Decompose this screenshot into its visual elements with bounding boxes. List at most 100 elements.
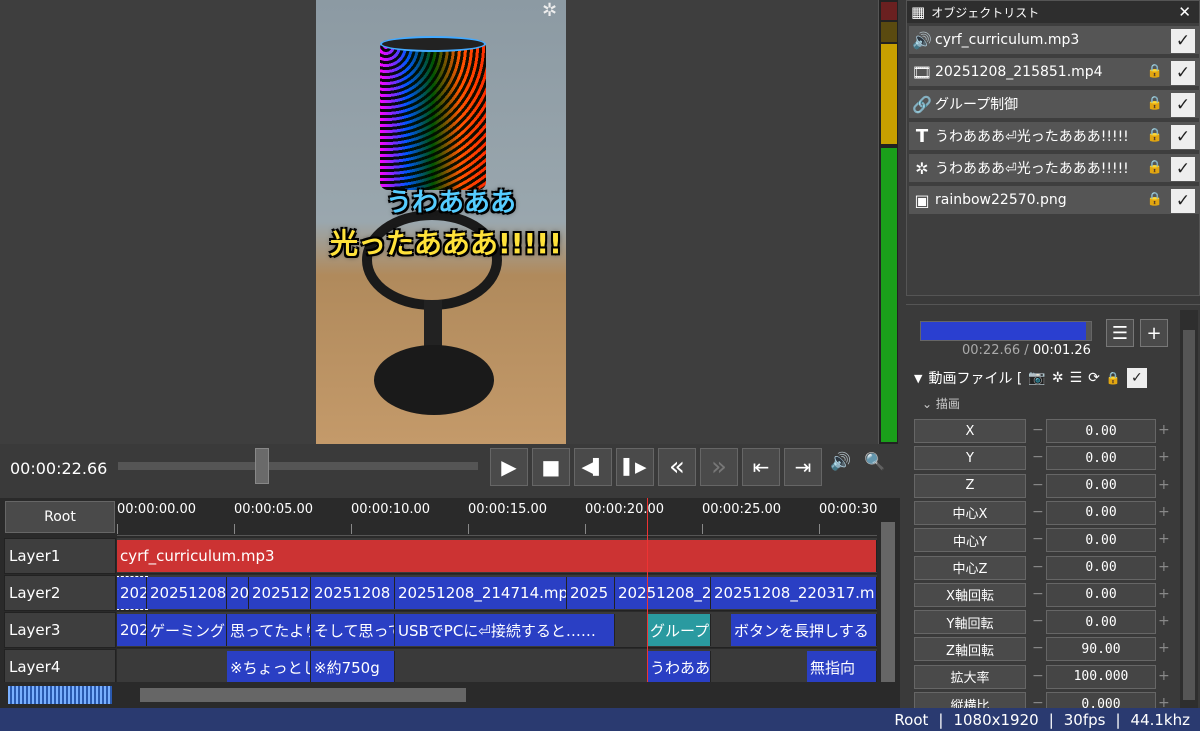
property-name[interactable]: Y — [914, 446, 1026, 471]
timeline-clip[interactable]: 20251208_2 — [615, 577, 711, 609]
decrement-button[interactable]: − — [1032, 504, 1044, 520]
root-scene-button[interactable]: Root — [5, 501, 115, 533]
visibility-checkbox[interactable]: ✓ — [1171, 157, 1195, 181]
timeline-clip[interactable]: 20 — [227, 577, 249, 609]
stop-button[interactable]: ■ — [532, 448, 570, 486]
property-name[interactable]: Z軸回転 — [914, 637, 1026, 662]
decrement-button[interactable]: − — [1032, 477, 1044, 493]
timeline-clip[interactable]: 20251208 — [147, 577, 227, 609]
decrement-button[interactable]: − — [1032, 559, 1044, 575]
property-value[interactable]: 0.00 — [1046, 582, 1156, 607]
object-row[interactable]: ✲ うわあああ⏎光ったあああ!!!!! 🔒 ✓ — [909, 154, 1199, 184]
camera-icon[interactable]: 📷 — [1028, 370, 1045, 386]
timeline-clip[interactable]: うわああ — [647, 651, 711, 683]
lock-icon[interactable]: 🔒 — [1147, 64, 1163, 79]
timeline-clip[interactable]: ゲーミングマ — [147, 614, 227, 646]
video-frame[interactable]: うわあああ 光ったあああ!!!!! ✲ — [316, 0, 566, 444]
property-name[interactable]: 拡大率 — [914, 664, 1026, 689]
rewind-button[interactable]: « — [658, 448, 696, 486]
loop-icon[interactable]: ⟳ — [1088, 370, 1100, 386]
prev-frame-button[interactable]: ◀▌ — [574, 448, 612, 486]
property-value[interactable]: 0.00 — [1046, 610, 1156, 635]
property-name[interactable]: X — [914, 419, 1026, 443]
property-value[interactable]: 100.000 — [1046, 664, 1156, 689]
timeline-clip[interactable]: 202 — [117, 576, 148, 610]
increment-button[interactable]: + — [1158, 422, 1170, 438]
increment-button[interactable]: + — [1158, 640, 1170, 656]
layer-label-3[interactable]: Layer3 — [4, 612, 116, 648]
section-header[interactable]: ⌄ 描画 — [922, 395, 960, 412]
increment-button[interactable]: + — [1158, 559, 1170, 575]
timeline-clip[interactable]: ボタンを長押しする — [731, 614, 877, 646]
property-value[interactable]: 0.00 — [1046, 473, 1156, 498]
playhead[interactable] — [647, 498, 648, 686]
time-ruler[interactable]: 00:00:00.00 00:00:05.00 00:00:10.00 00:0… — [117, 498, 877, 536]
to-start-button[interactable]: ⇤ — [742, 448, 780, 486]
timeline-overview[interactable] — [8, 686, 112, 704]
timeline-clip[interactable]: ※ちょっとし — [227, 651, 311, 683]
increment-button[interactable]: + — [1158, 449, 1170, 465]
lock-icon[interactable]: 🔒 — [1106, 371, 1121, 385]
decrement-button[interactable]: − — [1032, 668, 1044, 684]
timeline-clip[interactable]: 202 — [117, 614, 147, 646]
timeline-clip[interactable]: そして思って — [311, 614, 395, 646]
increment-button[interactable]: + — [1158, 613, 1170, 629]
decrement-button[interactable]: − — [1032, 640, 1044, 656]
decrement-button[interactable]: − — [1032, 613, 1044, 629]
zoom-icon[interactable]: 🔍 — [864, 452, 885, 472]
object-row[interactable]: ▣ rainbow22570.png 🔒 ✓ — [909, 186, 1199, 216]
timeline-clip[interactable]: 2025 — [567, 577, 615, 609]
increment-button[interactable]: + — [1158, 668, 1170, 684]
next-frame-button[interactable]: ▌▶ — [616, 448, 654, 486]
increment-button[interactable]: + — [1158, 586, 1170, 602]
decrement-button[interactable]: − — [1032, 531, 1044, 547]
decrement-button[interactable]: − — [1032, 449, 1044, 465]
lock-icon[interactable]: 🔒 — [1147, 128, 1163, 143]
property-value[interactable]: 0.00 — [1046, 555, 1156, 580]
property-name[interactable]: 中心Y — [914, 528, 1026, 553]
effect-icon[interactable]: ✲ — [1052, 370, 1064, 386]
to-end-button[interactable]: ⇥ — [784, 448, 822, 486]
property-value[interactable]: 90.00 — [1046, 637, 1156, 662]
object-row[interactable]: 🔊 cyrf_curriculum.mp3 ✓ — [909, 26, 1199, 56]
increment-button[interactable]: + — [1158, 504, 1170, 520]
visibility-checkbox[interactable]: ✓ — [1171, 61, 1195, 85]
timeline-clip[interactable]: ※約750g — [311, 651, 395, 683]
timeline-clip[interactable]: cyrf_curriculum.mp3 — [117, 540, 877, 572]
property-value[interactable]: 0.00 — [1046, 500, 1156, 525]
decrement-button[interactable]: − — [1032, 422, 1044, 438]
add-button[interactable]: + — [1140, 319, 1168, 347]
increment-button[interactable]: + — [1158, 531, 1170, 547]
property-value[interactable]: 0.00 — [1046, 419, 1156, 443]
property-name[interactable]: Z — [914, 473, 1026, 498]
property-name[interactable]: X軸回転 — [914, 582, 1026, 607]
visibility-checkbox[interactable]: ✓ — [1171, 93, 1195, 117]
lock-icon[interactable]: 🔒 — [1147, 192, 1163, 207]
list-icon[interactable]: ☰ — [1106, 319, 1134, 347]
properties-scrollbar[interactable] — [1180, 310, 1198, 708]
seek-slider[interactable] — [118, 462, 478, 470]
fast-forward-button[interactable]: » — [700, 448, 738, 486]
timeline-horizontal-scrollbar[interactable] — [0, 682, 900, 706]
property-name[interactable]: 中心Z — [914, 555, 1026, 580]
enable-checkbox[interactable]: ✓ — [1126, 368, 1147, 388]
play-button[interactable]: ▶ — [490, 448, 528, 486]
object-progress-bar[interactable] — [920, 321, 1092, 341]
timeline-clip[interactable]: グループ制 — [647, 614, 711, 646]
lock-icon[interactable]: 🔒 — [1147, 96, 1163, 111]
decrement-button[interactable]: − — [1032, 586, 1044, 602]
hscroll-thumb[interactable] — [140, 688, 466, 702]
volume-icon[interactable]: 🔊 — [830, 452, 851, 472]
timeline-clip[interactable]: 202512 — [249, 577, 311, 609]
increment-button[interactable]: + — [1158, 477, 1170, 493]
property-name[interactable]: Y軸回転 — [914, 610, 1026, 635]
timeline-clip[interactable]: 無指向 — [807, 651, 877, 683]
object-row[interactable]: 🔗 グループ制御 🔒 ✓ — [909, 90, 1199, 120]
object-row[interactable]: 🎞 20251208_215851.mp4 🔒 ✓ — [909, 58, 1199, 88]
visibility-checkbox[interactable]: ✓ — [1171, 189, 1195, 213]
timeline-clip[interactable]: 20251208_214714.mp — [395, 577, 567, 609]
close-icon[interactable]: ✕ — [1178, 3, 1191, 21]
timeline-vertical-scrollbar[interactable] — [878, 500, 898, 705]
object-row[interactable]: T うわあああ⏎光ったあああ!!!!! 🔒 ✓ — [909, 122, 1199, 152]
layer-label-1[interactable]: Layer1 — [4, 538, 116, 574]
